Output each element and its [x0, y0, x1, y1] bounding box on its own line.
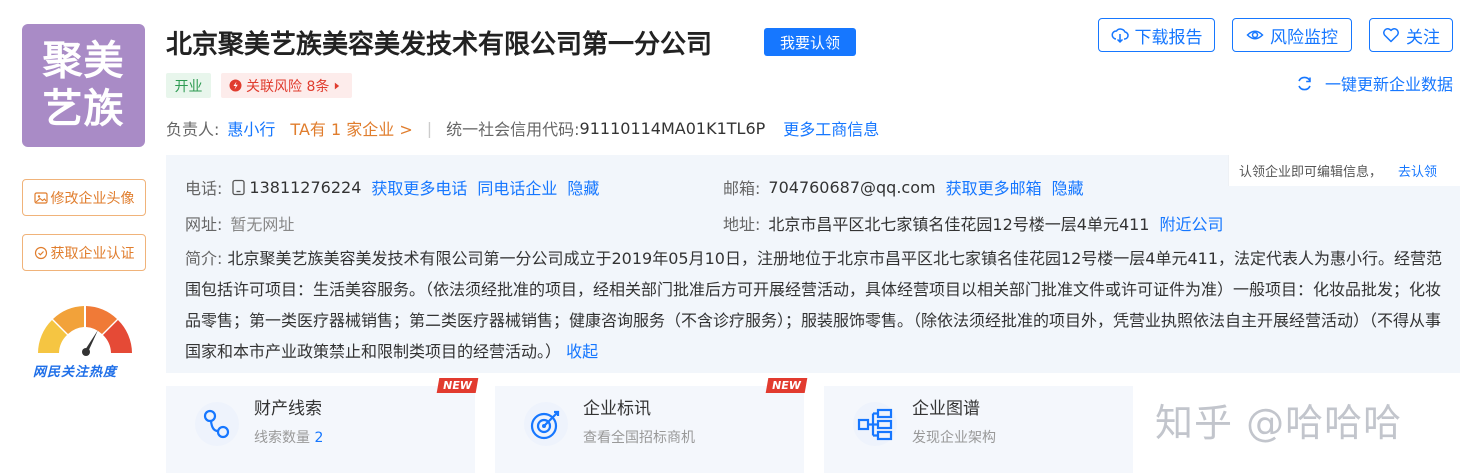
org-chart-icon	[853, 402, 897, 446]
phone-number: 13811276224	[249, 177, 362, 197]
follow-button[interactable]: 关注	[1369, 18, 1453, 52]
bidding-title: 企业标讯	[583, 399, 651, 419]
claim-button[interactable]: 我要认领	[764, 28, 856, 56]
company-logo: 聚美 艺族	[22, 24, 145, 147]
property-clues-title: 财产线索	[254, 399, 322, 419]
claim-note-text: 认领企业即可编辑信息，	[1239, 165, 1383, 180]
company-graph-sub: 发现企业架构	[912, 430, 996, 446]
get-cert-button[interactable]: 获取企业认证	[22, 234, 146, 271]
divider: |	[426, 118, 433, 138]
status-badge: 开业	[166, 73, 211, 98]
follow-label: 关注	[1406, 27, 1440, 48]
download-label: 下载报告	[1134, 27, 1203, 48]
eye-icon	[1246, 30, 1264, 40]
monitor-label: 风险监控	[1270, 27, 1338, 48]
edit-avatar-label: 修改企业头像	[50, 190, 135, 207]
intro-label: 简介:	[185, 249, 223, 268]
more-phone-link[interactable]: 获取更多电话	[371, 175, 467, 199]
heat-label: 网民关注热度	[33, 365, 118, 380]
owner-link[interactable]: 惠小行	[227, 116, 275, 140]
owner-companies-link[interactable]: TA有 1 家企业 >	[290, 116, 412, 140]
logo-text-line2: 艺族	[42, 86, 125, 132]
more-email-link[interactable]: 获取更多邮箱	[946, 175, 1042, 199]
risk-icon	[229, 79, 242, 92]
email-row: 邮箱: 704760687@qq.com 获取更多邮箱 隐藏	[723, 175, 1084, 199]
email-value: 704760687@qq.com	[768, 177, 936, 197]
hide-email-link[interactable]: 隐藏	[1052, 175, 1084, 199]
edit-avatar-button[interactable]: 修改企业头像	[22, 179, 146, 216]
phone-row: 电话: 13811276224 获取更多电话 同电话企业 隐藏	[185, 175, 599, 199]
company-intro: 简介: 北京聚美艺族美容美发技术有限公司第一分公司成立于2019年05月10日，…	[185, 243, 1447, 367]
property-clues-sub-label: 线索数量	[254, 430, 310, 446]
refresh-data-button[interactable]: 一键更新企业数据	[1296, 71, 1453, 95]
website-row: 网址: 暂无网址	[185, 211, 294, 235]
bidding-card[interactable]: 企业标讯 查看全国招标商机 NEW	[495, 378, 808, 473]
new-badge: NEW	[436, 378, 479, 393]
phone-icon	[232, 179, 246, 195]
risk-badge[interactable]: 关联风险 8条	[221, 73, 352, 98]
cloud-download-icon	[1111, 28, 1129, 44]
property-clues-icon	[195, 402, 239, 446]
claim-note: 认领企业即可编辑信息， 去认领	[1228, 155, 1460, 186]
website-value: 暂无网址	[230, 215, 295, 234]
caret-right-icon	[335, 82, 340, 89]
intro-text: 北京聚美艺族美容美发技术有限公司第一分公司成立于2019年05月10日，注册地位…	[185, 249, 1443, 361]
collapse-link[interactable]: 收起	[566, 342, 598, 361]
image-icon	[33, 191, 48, 204]
website-label: 网址:	[185, 215, 223, 234]
company-graph-card[interactable]: 企业图谱 发现企业架构	[824, 386, 1133, 473]
get-cert-label: 获取企业认证	[50, 245, 135, 262]
hide-phone-link[interactable]: 隐藏	[567, 175, 599, 199]
meta-row: 负责人: 惠小行 TA有 1 家企业 > | 统一社会信用代码: 9111011…	[166, 116, 879, 140]
claim-link[interactable]: 去认领	[1398, 161, 1437, 180]
nearby-companies-link[interactable]: 附近公司	[1160, 211, 1224, 235]
refresh-icon	[1298, 76, 1311, 90]
bidding-sub: 查看全国招标商机	[583, 430, 695, 446]
new-badge: NEW	[765, 378, 808, 393]
risk-monitor-button[interactable]: 风险监控	[1232, 18, 1352, 52]
email-label: 邮箱:	[723, 179, 761, 198]
heart-icon	[1383, 28, 1399, 43]
address-label: 地址:	[723, 215, 761, 234]
property-clues-sub: 线索数量 2	[254, 427, 323, 447]
badge-icon	[34, 246, 47, 259]
owner-label: 负责人:	[166, 120, 220, 139]
address-row: 地址: 北京市昌平区北七家镇名佳花园12号楼一层4单元411 附近公司	[723, 211, 1224, 235]
refresh-label: 一键更新企业数据	[1324, 75, 1453, 94]
more-business-info-link[interactable]: 更多工商信息	[783, 116, 879, 140]
company-graph-title: 企业图谱	[912, 399, 980, 419]
credit-code: 91110114MA01K1TL6P	[579, 118, 766, 138]
same-phone-link[interactable]: 同电话企业	[477, 175, 557, 199]
target-icon	[524, 402, 568, 446]
property-clues-count[interactable]: 2	[314, 430, 323, 446]
company-name: 北京聚美艺族美容美发技术有限公司第一分公司	[166, 30, 713, 60]
attention-gauge-icon	[38, 306, 132, 356]
credit-code-label: 统一社会信用代码:	[446, 120, 580, 139]
risk-label: 关联风险 8条	[246, 78, 330, 95]
address-value: 北京市昌平区北七家镇名佳花园12号楼一层4单元411	[768, 215, 1150, 234]
phone-label: 电话:	[185, 179, 223, 198]
logo-text-line1: 聚美	[42, 38, 125, 84]
property-clues-card[interactable]: 财产线索 线索数量 2 NEW	[166, 378, 479, 473]
download-report-button[interactable]: 下载报告	[1098, 18, 1215, 52]
watermark: 知乎 @哈哈哈	[1155, 401, 1403, 445]
